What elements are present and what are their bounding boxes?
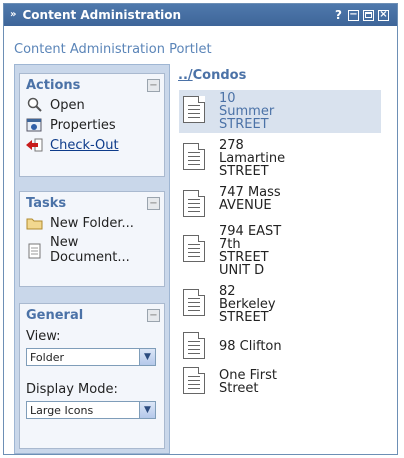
document-icon xyxy=(183,143,205,170)
folder-icon xyxy=(26,215,44,231)
document-item[interactable]: 82 Berkeley STREET xyxy=(179,283,381,326)
window-titlebar: » Content Administration ? − × xyxy=(4,4,397,26)
action-open-label: Open xyxy=(50,97,85,113)
chevron-down-icon[interactable]: ▼ xyxy=(139,349,155,365)
chevron-down-icon[interactable]: ▼ xyxy=(139,402,155,418)
task-new-document-label: New Document... xyxy=(50,235,130,265)
maximize-icon[interactable] xyxy=(363,9,374,21)
close-icon[interactable]: × xyxy=(378,9,389,21)
content-admin-portlet: » Content Administration ? − × Content A… xyxy=(3,3,398,455)
properties-icon xyxy=(26,117,44,133)
general-panel-title: General xyxy=(26,308,84,323)
display-mode-select-value: Large Icons xyxy=(30,403,94,417)
document-icon xyxy=(183,289,205,316)
display-mode-select[interactable]: Large Icons ▼ xyxy=(26,401,156,419)
document-label: 278 Lamartine STREET xyxy=(219,138,286,179)
tasks-panel: Tasks − New Folder... New Document... xyxy=(19,191,165,287)
view-select-value: Folder xyxy=(30,350,64,364)
view-select[interactable]: Folder ▼ xyxy=(26,348,156,366)
document-item[interactable]: 747 Mass AVENUE xyxy=(179,184,381,219)
display-mode-label: Display Mode: xyxy=(26,382,118,397)
actions-panel: Actions − Open Properties Check-Out xyxy=(19,73,165,177)
document-item[interactable]: 794 EAST 7th STREET UNIT D xyxy=(179,223,381,279)
document-icon xyxy=(183,190,205,217)
document-icon xyxy=(183,235,205,262)
document-label: 98 Clifton xyxy=(219,339,282,354)
breadcrumb-up-link[interactable]: ../ xyxy=(178,68,193,83)
actions-panel-title: Actions xyxy=(26,78,81,93)
portlet-title: Content Administration Portlet xyxy=(14,42,212,57)
document-label: 82 Berkeley STREET xyxy=(219,284,276,325)
action-properties-label: Properties xyxy=(50,117,116,133)
view-label: View: xyxy=(26,329,61,344)
action-checkout-label: Check-Out xyxy=(50,137,119,153)
document-icon xyxy=(26,243,44,259)
help-icon[interactable]: ? xyxy=(333,9,344,21)
document-item[interactable]: One First Street xyxy=(179,365,381,397)
document-item[interactable]: 278 Lamartine STREET xyxy=(179,137,381,180)
document-label: 747 Mass AVENUE xyxy=(219,185,281,213)
window-controls: ? − × xyxy=(333,9,389,21)
task-new-document[interactable]: New Document... xyxy=(20,233,164,267)
document-icon xyxy=(183,96,205,123)
document-item[interactable]: 98 Clifton xyxy=(179,330,381,361)
document-label: 10 Summer STREET xyxy=(219,91,275,132)
action-open[interactable]: Open xyxy=(20,95,164,115)
document-label: 794 EAST 7th STREET UNIT D xyxy=(219,224,282,278)
action-properties[interactable]: Properties xyxy=(20,115,164,135)
left-sidebar: Actions − Open Properties Check-Out Task… xyxy=(14,64,170,454)
actions-minimize-icon[interactable]: − xyxy=(147,79,160,92)
document-icon xyxy=(183,367,205,394)
tasks-panel-title: Tasks xyxy=(26,196,67,211)
document-label: One First Street xyxy=(219,368,277,396)
document-item[interactable]: 10 Summer STREET xyxy=(179,90,381,133)
document-icon xyxy=(183,332,205,359)
breadcrumb-current-folder: Condos xyxy=(192,68,247,83)
breadcrumb: ../Condos xyxy=(178,68,246,83)
tasks-minimize-icon[interactable]: − xyxy=(147,197,160,210)
collapse-icon[interactable]: » xyxy=(10,10,16,20)
document-list: 10 Summer STREET 278 Lamartine STREET 747 Ma… xyxy=(179,90,381,401)
general-panel: General − View: Folder ▼ Display Mode: L… xyxy=(19,303,165,449)
general-minimize-icon[interactable]: − xyxy=(147,309,160,322)
magnifier-icon xyxy=(26,97,44,113)
window-title: Content Administration xyxy=(22,8,182,22)
task-new-folder[interactable]: New Folder... xyxy=(20,213,164,233)
minimize-icon[interactable]: − xyxy=(348,9,359,21)
task-new-folder-label: New Folder... xyxy=(50,215,134,231)
checkout-arrow-icon xyxy=(26,137,44,153)
action-checkout[interactable]: Check-Out xyxy=(20,135,164,155)
